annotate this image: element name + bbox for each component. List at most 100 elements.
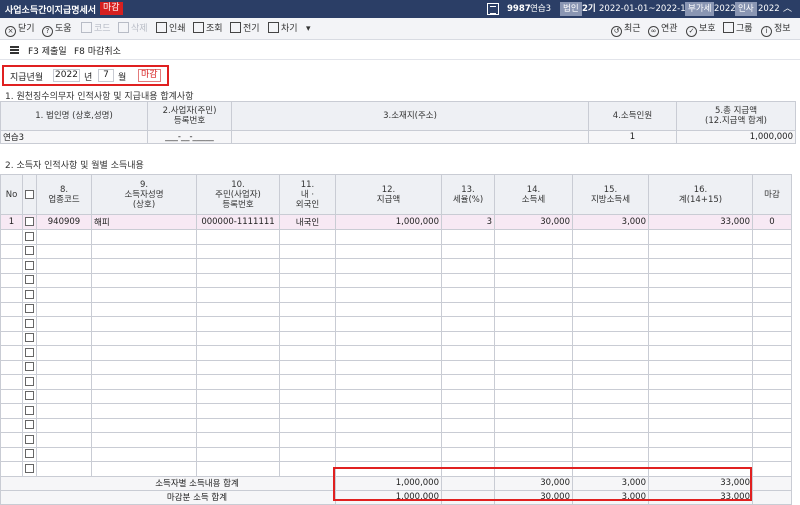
- vat-year: 2022: [714, 4, 736, 14]
- tax-rate-cell[interactable]: 3: [441, 214, 495, 230]
- row-checkbox[interactable]: [25, 434, 34, 444]
- help-button[interactable]: ? 도움: [42, 22, 72, 37]
- payment-cell[interactable]: 1,000,000: [335, 214, 442, 230]
- protect-button[interactable]: ✓ 보호: [686, 22, 716, 37]
- empty-rows: [0, 229, 792, 477]
- table-row[interactable]: [0, 301, 792, 317]
- col-tax-rate: 13. 세율(%): [441, 174, 495, 215]
- code-button[interactable]: 코드: [81, 22, 111, 36]
- row-checkbox[interactable]: [25, 376, 34, 386]
- row-checkbox[interactable]: [25, 289, 34, 299]
- row-checkbox[interactable]: [25, 420, 34, 430]
- row-checkbox[interactable]: [25, 304, 34, 314]
- row-checkbox[interactable]: [25, 463, 34, 473]
- table-row[interactable]: [0, 330, 792, 346]
- info-button[interactable]: i 정보: [761, 22, 791, 37]
- row-checkbox[interactable]: [25, 217, 34, 226]
- table-row[interactable]: [0, 258, 792, 274]
- table-row[interactable]: [0, 432, 792, 448]
- company-grid-icon[interactable]: [487, 3, 499, 15]
- row-no: 1: [0, 214, 23, 230]
- col-income-count: 4.소득인원: [588, 101, 677, 131]
- col-local-tax: 15. 지방소득세: [572, 174, 649, 215]
- table-row[interactable]: [0, 417, 792, 433]
- closed-cell: 0: [752, 214, 792, 230]
- table-row[interactable]: [0, 287, 792, 303]
- totals-payment: 1,000,000: [335, 475, 442, 491]
- send-button[interactable]: 전기: [230, 22, 260, 36]
- send-icon: [230, 22, 241, 33]
- month-input[interactable]: 7: [98, 69, 114, 82]
- col-biz-reg-no: 2.사업자(주민) 등록번호: [147, 101, 232, 131]
- closed-totals-sum: 33,000: [648, 489, 753, 505]
- query-icon: [193, 22, 204, 33]
- table-row[interactable]: [0, 461, 792, 477]
- close-icon: ×: [5, 26, 16, 37]
- recent-button[interactable]: ↺ 최근: [611, 22, 641, 37]
- table-row[interactable]: [0, 229, 792, 245]
- biz-reg-no-cell[interactable]: ___-__-_____: [147, 130, 232, 144]
- local-tax-cell[interactable]: 3,000: [572, 214, 649, 230]
- table-row[interactable]: [0, 316, 792, 332]
- nationality-cell[interactable]: 내국인: [279, 214, 336, 230]
- table-row[interactable]: [0, 243, 792, 259]
- col-payment: 12. 지급액: [335, 174, 442, 215]
- row-checkbox[interactable]: [25, 449, 34, 459]
- table-row[interactable]: [0, 272, 792, 288]
- table-row[interactable]: [0, 345, 792, 361]
- row-checkbox[interactable]: [25, 347, 34, 357]
- table-row[interactable]: [0, 359, 792, 375]
- link-icon: ∞: [648, 26, 659, 37]
- print-button[interactable]: 인쇄: [156, 22, 186, 36]
- col-total-payment: 5.총 지급액 (12.지급액 합계): [676, 101, 796, 131]
- group-button[interactable]: 그룹: [723, 22, 753, 36]
- row-checkbox[interactable]: [25, 333, 34, 343]
- year-input[interactable]: 2022: [53, 69, 80, 82]
- row-checkbox[interactable]: [25, 231, 34, 241]
- col-income-tax: 14. 소득세: [494, 174, 573, 215]
- col-select-all[interactable]: [22, 174, 37, 215]
- income-tax-cell[interactable]: 30,000: [494, 214, 573, 230]
- total-payment-cell: 1,000,000: [676, 130, 796, 144]
- shield-icon: ✓: [686, 26, 697, 37]
- menu-icon[interactable]: [10, 46, 19, 54]
- col-earner-name: 9. 소득자성명 (상호): [91, 174, 197, 215]
- reg-no-cell[interactable]: 000000-1111111: [196, 214, 280, 230]
- table-row[interactable]: [0, 403, 792, 419]
- totals-sum: 33,000: [648, 475, 753, 491]
- address-cell[interactable]: [231, 130, 589, 144]
- row-checkbox[interactable]: [25, 275, 34, 285]
- row-checkbox[interactable]: [25, 260, 34, 270]
- query-button[interactable]: 조회: [193, 22, 223, 36]
- more-button[interactable]: 차기: [268, 22, 298, 36]
- chevron-up-icon[interactable]: ︿: [783, 2, 792, 16]
- table-row[interactable]: [0, 374, 792, 390]
- term-label: 2기: [582, 4, 596, 14]
- month-unit: 월: [118, 73, 127, 83]
- biz-code-cell[interactable]: 940909: [36, 214, 92, 230]
- row-checkbox[interactable]: [25, 246, 34, 256]
- row-checkbox[interactable]: [25, 362, 34, 372]
- closed-totals-local-tax: 3,000: [572, 489, 649, 505]
- totals-local-tax: 3,000: [572, 475, 649, 491]
- table-row[interactable]: [0, 446, 792, 462]
- f3-submit-date-button[interactable]: F3 제출일: [28, 44, 67, 57]
- row-checkbox[interactable]: [25, 318, 34, 328]
- table-row[interactable]: [0, 388, 792, 404]
- f8-cancel-close-button[interactable]: F8 마감취소: [74, 44, 121, 57]
- close-button[interactable]: × 닫기: [5, 22, 35, 37]
- table-row[interactable]: 1 940909 해피 000000-1111111 내국인 1,000,000…: [0, 214, 792, 230]
- totals-income-tax: 30,000: [494, 475, 573, 491]
- corp-name-cell[interactable]: 연습3: [0, 130, 148, 144]
- dropdown-icon[interactable]: ▾: [306, 22, 311, 36]
- select-all-checkbox[interactable]: [25, 189, 34, 199]
- earner-name-cell[interactable]: 해피: [91, 214, 197, 230]
- link-button[interactable]: ∞ 연관: [648, 22, 678, 37]
- hr-label: 인사: [735, 2, 757, 16]
- delete-button[interactable]: 삭제: [118, 22, 148, 36]
- row-checkbox[interactable]: [25, 405, 34, 415]
- status-badge: 마감: [100, 2, 123, 15]
- row-checkbox[interactable]: [25, 391, 34, 401]
- col-corp-name: 1. 법인명 (상호,성명): [0, 101, 148, 131]
- col-nationality: 11. 내 · 외국인: [279, 174, 336, 215]
